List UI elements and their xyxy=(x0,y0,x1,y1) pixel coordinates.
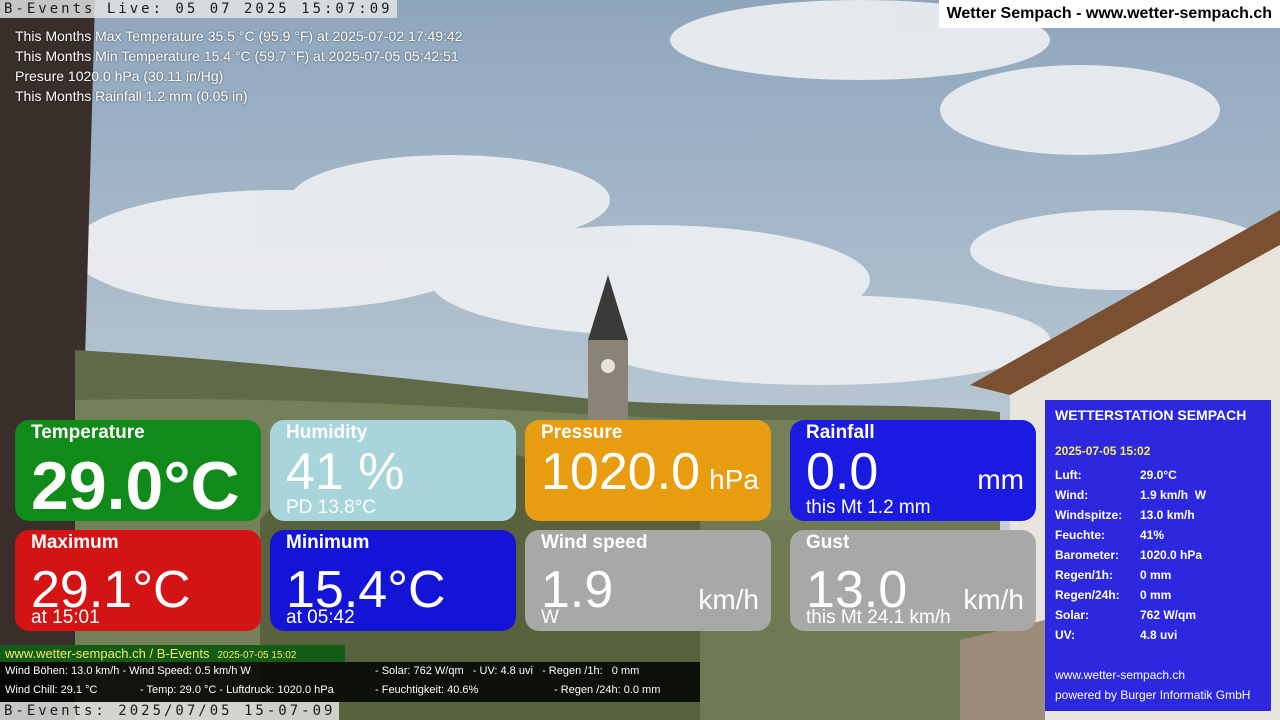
tile-maximum: Maximum 29.1°C at 15:01 xyxy=(15,530,261,631)
tile-sub: PD 13.8°C xyxy=(286,497,376,518)
ticker-title: www.wetter-sempach.ch / B-Events xyxy=(5,646,210,661)
tile-title: Wind speed xyxy=(541,532,648,553)
ticker-header: www.wetter-sempach.ch / B-Events 2025-07-… xyxy=(0,645,345,662)
tile-sub: W xyxy=(541,607,559,628)
tile-unit: hPa xyxy=(709,464,759,495)
site-title: Wetter Sempach - www.wetter-sempach.ch xyxy=(938,0,1280,28)
tile-gust: Gust 13.0 km/h this Mt 24.1 km/h xyxy=(790,530,1036,631)
tile-unit: km/h xyxy=(698,584,759,615)
tile-sub: this Mt 24.1 km/h xyxy=(806,607,951,628)
tile-title: Pressure xyxy=(541,422,623,443)
tile-rainfall: Rainfall 0.0 mm this Mt 1.2 mm xyxy=(790,420,1036,521)
camera-timestamp-top: B-Events Live: 05 07 2025 15:07:09 xyxy=(0,0,397,18)
tile-unit: mm xyxy=(977,464,1024,495)
panel-row: Regen/1h: 0 mm xyxy=(1055,568,1172,582)
tile-temperature: Temperature 29.0°C xyxy=(15,420,261,521)
panel-title: WETTERSTATION SEMPACH xyxy=(1055,407,1247,423)
tile-value: 0.0 xyxy=(806,443,879,501)
panel-row: Luft: 29.0°C xyxy=(1055,468,1177,482)
tile-title: Rainfall xyxy=(806,422,875,443)
stat-min-temperature: This Months Min Temperature 15.4 °C (59.… xyxy=(15,48,459,64)
tile-title: Gust xyxy=(806,532,850,553)
panel-footer-url: www.wetter-sempach.ch xyxy=(1055,668,1186,682)
tile-sub: at 05:42 xyxy=(286,607,355,628)
ticker-panel: Wind Böhen: 13.0 km/h - Wind Speed: 0.5 … xyxy=(0,662,700,702)
tile-minimum: Minimum 15.4°C at 05:42 xyxy=(270,530,516,631)
ticker-line2-d: - Regen /24h: 0.0 mm xyxy=(554,684,661,696)
tile-sub: at 15:01 xyxy=(31,607,100,628)
panel-date: 2025-07-05 15:02 xyxy=(1055,444,1151,458)
ticker-line2-a: Wind Chill: 29.1 °C xyxy=(5,684,98,696)
tile-pressure: Pressure 1020.0 hPa xyxy=(525,420,771,521)
station-panel: WETTERSTATION SEMPACH 2025-07-05 15:02 L… xyxy=(1045,400,1271,711)
tile-humidity: Humidity 41 % PD 13.8°C xyxy=(270,420,516,521)
panel-footer-powered: powered by Burger Informatik GmbH xyxy=(1055,688,1251,702)
tile-wind-speed: Wind speed 1.9 km/h W xyxy=(525,530,771,631)
tile-sub: this Mt 1.2 mm xyxy=(806,497,931,518)
tile-title: Humidity xyxy=(286,422,368,443)
tile-value: 1020.0 xyxy=(541,443,701,501)
panel-row: UV: 4.8 uvi xyxy=(1055,628,1178,642)
camera-timestamp-bottom: B-Events: 2025/07/05 15-07-09 xyxy=(0,702,340,720)
ticker-line2-c: - Feuchtigkeit: 40.6% xyxy=(375,684,479,696)
tile-value: 29.0°C xyxy=(31,448,240,521)
panel-row: Solar: 762 W/qm xyxy=(1055,608,1197,622)
panel-row: Windspitze: 13.0 km/h xyxy=(1055,508,1195,522)
ticker-line1-right: - Solar: 762 W/qm - UV: 4.8 uvi - Regen … xyxy=(375,665,640,677)
ticker-date: 2025-07-05 15:02 xyxy=(217,650,297,661)
panel-row: Barometer: 1020.0 hPa xyxy=(1055,548,1203,562)
tile-title: Maximum xyxy=(31,532,119,553)
panel-row: Wind: 1.9 km/h W xyxy=(1055,488,1207,502)
tile-title: Temperature xyxy=(31,422,145,443)
stat-max-temperature: This Months Max Temperature 35.5 °C (95.… xyxy=(15,28,463,44)
panel-row: Regen/24h: 0 mm xyxy=(1055,588,1172,602)
tile-title: Minimum xyxy=(286,532,370,553)
stat-pressure: Presure 1020.0 hPa (30.11 in/Hg) xyxy=(15,68,224,84)
tile-unit: km/h xyxy=(963,584,1024,615)
tile-value: 41 % xyxy=(286,443,405,501)
stat-rainfall: This Months Rainfall 1.2 mm (0.05 in) xyxy=(15,88,248,104)
panel-row: Feuchte: 41% xyxy=(1055,528,1165,542)
monthly-stats: This Months Max Temperature 35.5 °C (95.… xyxy=(15,26,463,106)
ticker-line1-left: Wind Böhen: 13.0 km/h - Wind Speed: 0.5 … xyxy=(5,665,251,677)
ticker-line2-b: - Temp: 29.0 °C - Luftdruck: 1020.0 hPa xyxy=(140,684,334,696)
